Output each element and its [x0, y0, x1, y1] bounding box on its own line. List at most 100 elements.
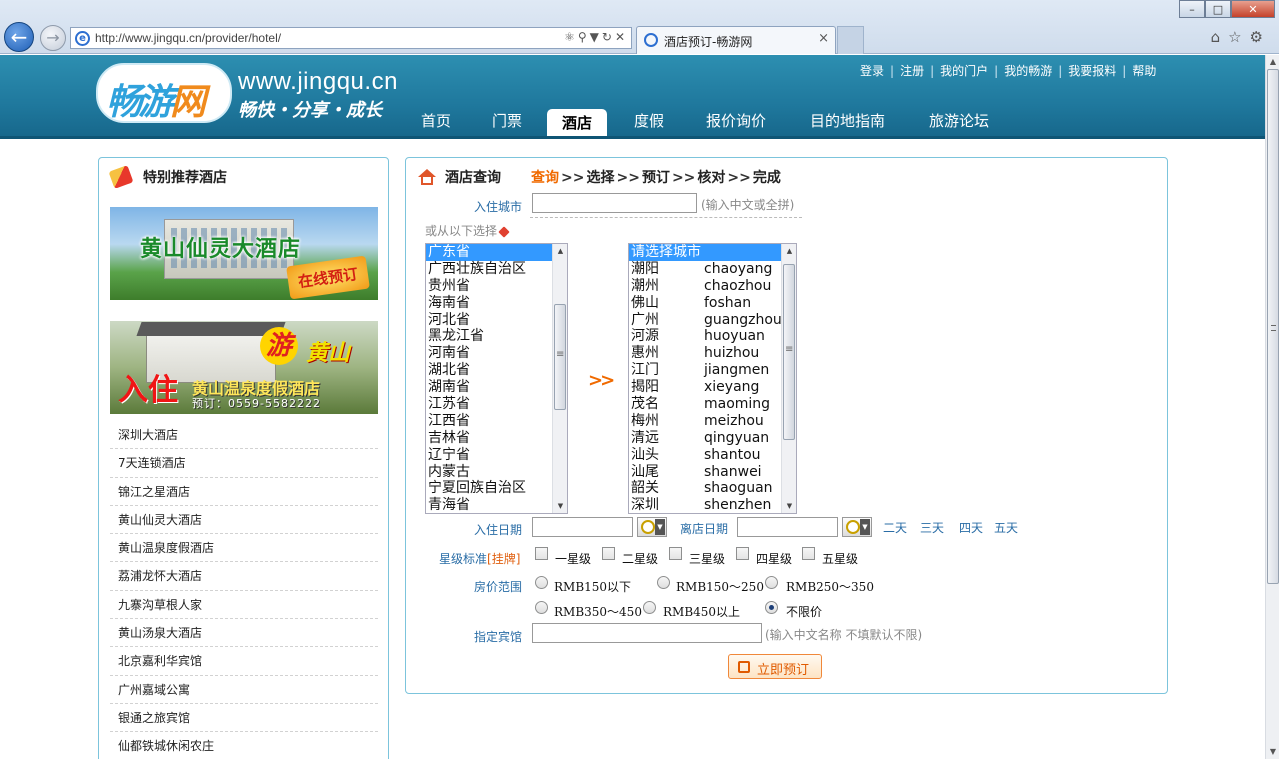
my-portal-link[interactable]: 我的门户	[940, 64, 988, 78]
price-250-350-radio[interactable]	[765, 576, 778, 589]
city-option[interactable]: 韶关 shaoguan	[629, 480, 796, 497]
scroll-down-arrow-icon[interactable]: ▼	[1267, 745, 1279, 759]
city-input[interactable]	[532, 193, 697, 213]
province-option[interactable]: 吉林省	[426, 430, 567, 447]
city-option[interactable]: 茂名 maoming	[629, 396, 796, 413]
hotel-link[interactable]: 广州嘉域公寓	[110, 676, 378, 704]
quick-day-4[interactable]: 四天	[959, 519, 983, 536]
browser-tab[interactable]: 酒店预订-畅游网 ×	[636, 26, 836, 54]
scroll-down-arrow-icon[interactable]: ▼	[553, 499, 567, 513]
province-option[interactable]: 辽宁省	[426, 447, 567, 464]
city-option[interactable]: 佛山 foshan	[629, 295, 796, 312]
settings-gear-icon[interactable]: ⚙	[1250, 28, 1271, 46]
city-option[interactable]: 清远 qingyuan	[629, 430, 796, 447]
nav-forum[interactable]: 旅游论坛	[914, 107, 1004, 139]
scroll-up-arrow-icon[interactable]: ▲	[1267, 55, 1279, 69]
nav-vacation[interactable]: 度假	[619, 107, 679, 139]
login-link[interactable]: 登录	[860, 64, 884, 78]
city-option[interactable]: 广州 guangzhou	[629, 312, 796, 329]
province-scrollbar[interactable]: ▲ ▼	[552, 244, 567, 513]
new-tab-button[interactable]	[837, 26, 864, 54]
hotel-link[interactable]: 北京嘉利华宾馆	[110, 647, 378, 676]
nav-hotel[interactable]: 酒店	[547, 109, 608, 139]
nav-quote[interactable]: 报价询价	[691, 107, 781, 139]
province-option[interactable]: 河南省	[426, 345, 567, 362]
hotel-link[interactable]: 黄山仙灵大酒店	[110, 506, 378, 535]
city-option[interactable]: 河源 huoyuan	[629, 328, 796, 345]
checkout-calendar-button[interactable]: ▼	[842, 517, 872, 537]
page-scrollbar[interactable]: ▲ ▼	[1265, 55, 1279, 759]
hotel-link[interactable]: 九寨沟草根人家	[110, 591, 378, 620]
city-option[interactable]: 深圳 shenzhen	[629, 497, 796, 513]
nav-destination-guide[interactable]: 目的地指南	[795, 107, 900, 139]
back-arrow-icon[interactable]: ←	[4, 22, 34, 52]
price-under-150-radio[interactable]	[535, 576, 548, 589]
help-link[interactable]: 帮助	[1132, 64, 1156, 78]
tab-title[interactable]: 酒店预订-畅游网	[664, 33, 752, 50]
hotel-link[interactable]: 黄山温泉度假酒店	[110, 534, 378, 563]
banner-xianling-hotel[interactable]: 黄山仙灵大酒店 在线预订	[110, 207, 378, 300]
quick-day-2[interactable]: 二天	[883, 519, 907, 536]
star-1-checkbox[interactable]	[535, 547, 548, 560]
price-150-250-radio[interactable]	[657, 576, 670, 589]
province-option[interactable]: 青海省	[426, 497, 567, 513]
province-option[interactable]: 江西省	[426, 413, 567, 430]
price-unlimited-radio[interactable]	[765, 601, 778, 614]
address-bar[interactable]: e http://www.jingqu.cn/provider/hotel/ ⚛…	[70, 27, 632, 49]
city-scrollbar[interactable]: ▲ ▼	[781, 244, 796, 513]
nav-tickets[interactable]: 门票	[477, 107, 537, 139]
register-link[interactable]: 注册	[900, 64, 924, 78]
favorites-star-icon[interactable]: ☆	[1228, 28, 1249, 46]
city-option[interactable]: 揭阳 xieyang	[629, 379, 796, 396]
price-350-450-radio[interactable]	[535, 601, 548, 614]
hotel-link[interactable]: 7天连锁酒店	[110, 449, 378, 478]
city-option[interactable]: 潮阳 chaoyang	[629, 261, 796, 278]
star-listed-link[interactable]: [挂牌]	[487, 552, 520, 566]
province-option[interactable]: 海南省	[426, 295, 567, 312]
city-listbox[interactable]: 请选择城市 潮阳 chaoyang 潮州 chaozhou 佛山 foshan 广州 g…	[628, 243, 797, 514]
address-tools[interactable]: ⚛⚲▼↻✕	[564, 30, 628, 44]
hotel-name-input[interactable]	[532, 623, 762, 643]
minimize-button[interactable]: –	[1179, 0, 1205, 18]
star-5-checkbox[interactable]	[802, 547, 815, 560]
checkin-calendar-button[interactable]: ▼	[637, 517, 667, 537]
close-window-button[interactable]: ✕	[1231, 0, 1275, 18]
quick-day-3[interactable]: 三天	[920, 519, 944, 536]
star-2-checkbox[interactable]	[602, 547, 615, 560]
home-icon[interactable]: ⌂	[1211, 28, 1229, 46]
city-option[interactable]: 江门 jiangmen	[629, 362, 796, 379]
city-option[interactable]: 惠州 huizhou	[629, 345, 796, 362]
city-placeholder-option[interactable]: 请选择城市	[629, 244, 796, 261]
hotel-link[interactable]: 黄山汤泉大酒店	[110, 619, 378, 648]
province-option[interactable]: 湖北省	[426, 362, 567, 379]
forward-arrow-icon[interactable]: →	[40, 25, 66, 51]
hotel-link[interactable]: 仙都铁城休闲农庄	[110, 732, 378, 759]
province-option[interactable]: 黑龙江省	[426, 328, 567, 345]
province-option[interactable]: 河北省	[426, 312, 567, 329]
my-changyou-link[interactable]: 我的畅游	[1004, 64, 1052, 78]
province-option[interactable]: 广东省	[426, 244, 567, 261]
star-4-checkbox[interactable]	[736, 547, 749, 560]
hotel-link[interactable]: 荔浦龙怀大酒店	[110, 562, 378, 591]
hotel-link[interactable]: 锦江之星酒店	[110, 478, 378, 506]
scrollbar-thumb[interactable]	[1267, 69, 1279, 584]
nav-home[interactable]: 首页	[406, 107, 466, 139]
checkin-date-input[interactable]	[532, 517, 633, 537]
province-listbox[interactable]: 广东省 广西壮族自治区 贵州省 海南省 河北省 黑龙江省 河南省 湖北省 湖南省…	[425, 243, 568, 514]
maximize-button[interactable]: □	[1205, 0, 1231, 18]
tab-close-icon[interactable]: ×	[818, 31, 829, 46]
province-option[interactable]: 湖南省	[426, 379, 567, 396]
book-now-button[interactable]: 立即预订	[728, 654, 822, 679]
province-option[interactable]: 江苏省	[426, 396, 567, 413]
quick-day-5[interactable]: 五天	[994, 519, 1018, 536]
report-news-link[interactable]: 我要报料	[1068, 64, 1116, 78]
city-option[interactable]: 汕头 shantou	[629, 447, 796, 464]
scroll-up-arrow-icon[interactable]: ▲	[782, 244, 796, 258]
scroll-up-arrow-icon[interactable]: ▲	[553, 244, 567, 258]
province-option[interactable]: 宁夏回族自治区	[426, 480, 567, 497]
province-scroll-thumb[interactable]	[554, 304, 566, 410]
city-option[interactable]: 汕尾 shanwei	[629, 464, 796, 481]
city-option[interactable]: 潮州 chaozhou	[629, 278, 796, 295]
hotel-link[interactable]: 深圳大酒店	[110, 421, 378, 450]
url-text[interactable]: http://www.jingqu.cn/provider/hotel/	[95, 31, 281, 45]
